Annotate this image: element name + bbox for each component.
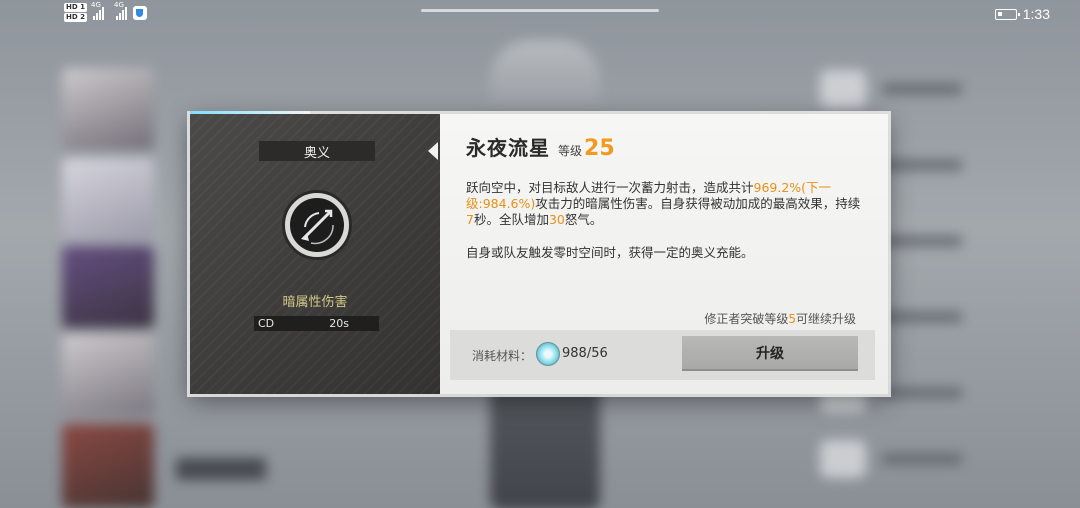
level-label: 等级 (558, 144, 583, 158)
upgrade-footer: 消耗材料： 988/56 升级 (450, 330, 875, 380)
required-level: 5 (788, 312, 796, 326)
desc-text: 怒气。 (564, 212, 603, 227)
status-bar: HD 1 HD 2 4G 4G 1:33 (0, 0, 1080, 30)
cooldown-bar: CD 20s (254, 316, 379, 331)
signal-icon: 4G (91, 1, 104, 20)
status-left: HD 1 HD 2 4G 4G (64, 1, 147, 23)
skill-info-panel: 永夜流星 等级 25 跃向空中，对目标敌人进行一次蓄力射击，造成共计969.2%… (440, 114, 888, 394)
battery-icon (994, 8, 1020, 20)
desc-text: 攻击力的暗属性伤害。自身获得被动加成的最高效果，持续 (535, 196, 861, 211)
notch-handle (421, 9, 659, 12)
character-portrait (62, 246, 154, 328)
skill-description: 跃向空中，对目标敌人进行一次蓄力射击，造成共计969.2%(下一级:984.6%… (466, 180, 864, 228)
clock: 1:33 (1022, 6, 1050, 22)
upgrade-button[interactable]: 升级 (682, 336, 858, 369)
character-portrait (62, 68, 154, 150)
character-portrait (62, 424, 154, 508)
cd-label: CD (258, 317, 275, 330)
skill-row (820, 70, 970, 108)
desc-text: 跃向空中，对目标敌人进行一次蓄力射击，造成共计 (466, 180, 754, 195)
skill-row (820, 440, 970, 478)
panel-pointer (428, 142, 438, 160)
skill-description-secondary: 自身或队友触发零时空间时，获得一定的奥义充能。 (466, 245, 754, 260)
skill-name: 永夜流星 (466, 136, 550, 160)
character-portrait (62, 334, 154, 416)
cd-value: 20s (329, 317, 349, 330)
arrow-target-icon (282, 190, 352, 260)
material-count: 988/56 (562, 346, 608, 361)
desc-rage: 30 (548, 212, 565, 227)
signal-icon: 4G (114, 1, 127, 20)
crystal-icon (536, 342, 560, 366)
hd1-label: HD 1 (64, 3, 87, 12)
hd-indicator: HD 1 HD 2 (64, 3, 87, 23)
hd2-label: HD 2 (64, 13, 87, 22)
upgrade-hint: 修正者突破等级5可继续升级 (704, 312, 856, 326)
desc-duration: 7 (466, 212, 474, 227)
damage-type: 暗属性伤害 (282, 295, 348, 310)
shield-icon (132, 6, 147, 20)
character-portrait (62, 158, 154, 240)
skill-overview-panel: 奥义 暗属性伤害 CD 20s (190, 114, 440, 394)
game-screen: HD 1 HD 2 4G 4G 1:33 奥义 暗属性伤害 CD 20s 永夜流… (0, 0, 1080, 508)
desc-text: 秒。全队增加 (473, 212, 549, 227)
level-value: 25 (584, 136, 615, 161)
bottom-button (176, 458, 266, 480)
skill-type-label: 奥义 (259, 141, 375, 161)
skill-detail-modal: 奥义 暗属性伤害 CD 20s 永夜流星 等级 25 跃向空中，对目标敌人进行一… (190, 111, 888, 394)
status-right: 1:33 (994, 6, 1050, 22)
material-label: 消耗材料： (472, 349, 533, 363)
skill-title-row: 永夜流星 等级 25 (466, 132, 615, 161)
